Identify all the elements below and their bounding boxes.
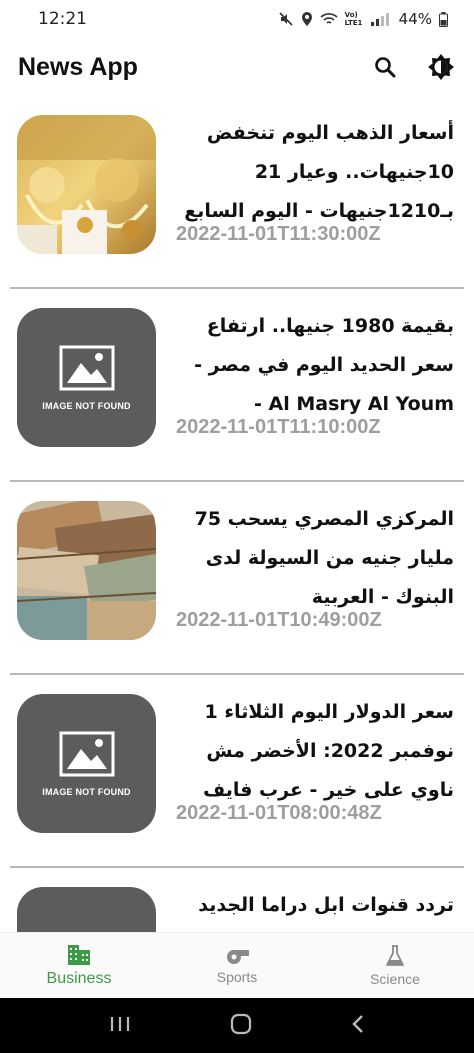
article-headline: أسعار الذهب اليوم تنخفض 10جنيهات.. وعيار…	[184, 122, 454, 222]
flask-icon	[386, 944, 404, 966]
network-label: Vo) LTE1	[344, 11, 363, 27]
nav-label-science: Science	[370, 970, 420, 987]
whistle-icon	[227, 949, 249, 964]
battery-icon	[439, 11, 448, 27]
article-headline: المركزي المصري يسحب 75 مليار جنيه من الس…	[194, 508, 454, 608]
search-button[interactable]	[370, 52, 400, 82]
home-button[interactable]	[230, 1013, 252, 1039]
status-bar: 12:21 Vo) LTE1 44%	[0, 0, 474, 38]
mute-icon	[279, 12, 293, 26]
battery-percent: 44%	[398, 10, 432, 28]
nav-label-business: Business	[46, 969, 112, 987]
article-thumbnail-placeholder: IMAGE NOT FOUND	[17, 694, 156, 833]
article-item[interactable]: أسعار الذهب اليوم تنخفض 10جنيهات.. وعيار…	[0, 96, 474, 289]
recent-apps-button[interactable]	[109, 1015, 131, 1037]
recent-apps-icon	[111, 1016, 130, 1031]
article-thumbnail-placeholder	[17, 887, 156, 932]
image-not-found-label: IMAGE NOT FOUND	[42, 786, 131, 797]
article-headline: سعر الدولار اليوم الثلاثاء 1 نوفمبر 2022…	[203, 701, 454, 801]
back-button[interactable]	[351, 1014, 365, 1038]
article-item[interactable]: IMAGE NOT FOUND سعر الدولار اليوم الثلاث…	[0, 675, 474, 868]
system-navigation-bar	[0, 998, 474, 1053]
status-time: 12:21	[38, 9, 87, 29]
home-icon	[230, 1013, 252, 1034]
article-thumbnail-placeholder: IMAGE NOT FOUND	[17, 308, 156, 447]
wifi-icon	[320, 13, 338, 24]
nav-label-sports: Sports	[216, 968, 258, 985]
theme-toggle-button[interactable]	[426, 52, 456, 82]
image-not-found-label: IMAGE NOT FOUND	[42, 400, 131, 411]
article-thumbnail	[17, 501, 156, 640]
search-icon	[375, 57, 396, 78]
nav-item-business[interactable]: Business	[0, 933, 158, 998]
article-thumbnail	[17, 115, 156, 254]
nav-item-science[interactable]: Science	[316, 933, 474, 998]
nav-item-sports[interactable]: Sports	[158, 933, 316, 998]
gold-jewelry-image	[17, 115, 156, 254]
building-icon	[68, 944, 90, 965]
article-item[interactable]: IMAGE NOT FOUND بقيمة 1980 جنيها.. ارتفا…	[0, 289, 474, 482]
bottom-navigation: Business Sports Science	[0, 932, 474, 998]
status-icons: Vo) LTE1 44%	[278, 10, 448, 28]
app-title: News App	[18, 52, 138, 81]
signal-icon	[370, 13, 389, 26]
article-headline: بقيمة 1980 جنيها.. ارتفاع سعر الحديد الي…	[194, 315, 454, 415]
article-item[interactable]: تردد قنوات ابل دراما الجديد	[0, 868, 474, 932]
brightness-icon	[428, 54, 454, 80]
article-item[interactable]: المركزي المصري يسحب 75 مليار جنيه من الس…	[0, 482, 474, 675]
back-icon	[351, 1014, 363, 1033]
image-placeholder-icon	[59, 731, 114, 776]
money-stacks-image	[17, 501, 156, 640]
location-icon	[301, 12, 312, 26]
app-bar: News App	[0, 38, 474, 96]
article-headline: تردد قنوات ابل دراما الجديد	[198, 894, 454, 916]
image-placeholder-icon	[59, 345, 114, 390]
news-feed[interactable]: أسعار الذهب اليوم تنخفض 10جنيهات.. وعيار…	[0, 96, 474, 932]
